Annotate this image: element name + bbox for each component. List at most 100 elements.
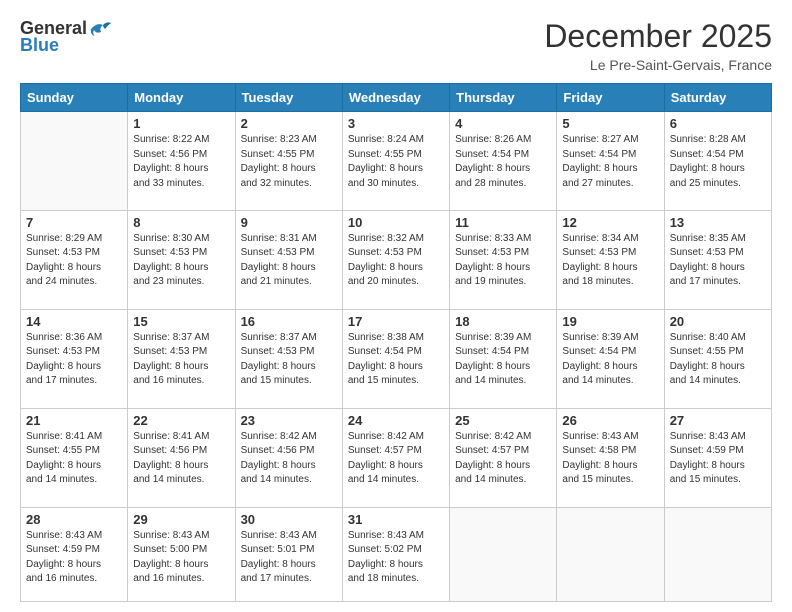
day-number: 30 xyxy=(241,512,337,527)
day-number: 5 xyxy=(562,116,658,131)
day-info: Sunrise: 8:39 AM Sunset: 4:54 PM Dayligh… xyxy=(562,331,658,389)
header: General Blue December 2025 Le Pre-Saint-… xyxy=(20,18,772,73)
day-number: 20 xyxy=(670,314,766,329)
calendar-cell: 21 Sunrise: 8:41 AM Sunset: 4:55 PM Dayli… xyxy=(21,408,128,507)
day-info: Sunrise: 8:41 AM Sunset: 4:55 PM Dayligh… xyxy=(26,430,122,488)
calendar-cell: 19 Sunrise: 8:39 AM Sunset: 4:54 PM Dayli… xyxy=(557,309,664,408)
day-number: 23 xyxy=(241,413,337,428)
calendar-header-friday: Friday xyxy=(557,84,664,112)
day-number: 13 xyxy=(670,215,766,230)
day-number: 28 xyxy=(26,512,122,527)
title-block: December 2025 Le Pre-Saint-Gervais, Fran… xyxy=(544,18,772,73)
calendar-cell: 3Sunrise: 8:24 AM Sunset: 4:55 PM Daylig… xyxy=(342,112,449,211)
calendar-week-row: 21 Sunrise: 8:41 AM Sunset: 4:55 PM Dayli… xyxy=(21,408,772,507)
calendar-cell: 25 Sunrise: 8:42 AM Sunset: 4:57 PM Dayli… xyxy=(450,408,557,507)
day-number: 21 xyxy=(26,413,122,428)
day-number: 14 xyxy=(26,314,122,329)
day-number: 17 xyxy=(348,314,444,329)
calendar-cell: 18Sunrise: 8:39 AM Sunset: 4:54 PM Dayli… xyxy=(450,309,557,408)
day-info: Sunrise: 8:33 AM Sunset: 4:53 PM Dayligh… xyxy=(455,232,551,290)
calendar-header-thursday: Thursday xyxy=(450,84,557,112)
logo: General Blue xyxy=(20,18,111,56)
day-info: Sunrise: 8:42 AM Sunset: 4:56 PM Dayligh… xyxy=(241,430,337,488)
calendar-header-tuesday: Tuesday xyxy=(235,84,342,112)
calendar-cell: 13 Sunrise: 8:35 AM Sunset: 4:53 PM Dayli… xyxy=(664,210,771,309)
day-info: Sunrise: 8:43 AM Sunset: 5:01 PM Dayligh… xyxy=(241,529,337,587)
day-number: 16 xyxy=(241,314,337,329)
calendar-cell: 16 Sunrise: 8:37 AM Sunset: 4:53 PM Dayli… xyxy=(235,309,342,408)
day-number: 15 xyxy=(133,314,229,329)
day-info: Sunrise: 8:41 AM Sunset: 4:56 PM Dayligh… xyxy=(133,430,229,488)
calendar-cell: 1 Sunrise: 8:22 AM Sunset: 4:56 PM Daylig… xyxy=(128,112,235,211)
day-number: 10 xyxy=(348,215,444,230)
calendar-cell xyxy=(557,507,664,601)
calendar-cell: 10 Sunrise: 8:32 AM Sunset: 4:53 PM Dayli… xyxy=(342,210,449,309)
calendar-cell: 23 Sunrise: 8:42 AM Sunset: 4:56 PM Dayli… xyxy=(235,408,342,507)
day-info: Sunrise: 8:36 AM Sunset: 4:53 PM Dayligh… xyxy=(26,331,122,389)
location: Le Pre-Saint-Gervais, France xyxy=(544,57,772,73)
calendar-cell: 26 Sunrise: 8:43 AM Sunset: 4:58 PM Dayli… xyxy=(557,408,664,507)
day-number: 31 xyxy=(348,512,444,527)
calendar-week-row: 7 Sunrise: 8:29 AM Sunset: 4:53 PM Daylig… xyxy=(21,210,772,309)
calendar-cell: 8Sunrise: 8:30 AM Sunset: 4:53 PM Daylig… xyxy=(128,210,235,309)
day-info: Sunrise: 8:37 AM Sunset: 4:53 PM Dayligh… xyxy=(241,331,337,389)
day-info: Sunrise: 8:43 AM Sunset: 4:58 PM Dayligh… xyxy=(562,430,658,488)
logo-bird-icon xyxy=(89,20,111,38)
day-info: Sunrise: 8:32 AM Sunset: 4:53 PM Dayligh… xyxy=(348,232,444,290)
calendar-header-sunday: Sunday xyxy=(21,84,128,112)
day-number: 19 xyxy=(562,314,658,329)
calendar-cell: 15Sunrise: 8:37 AM Sunset: 4:53 PM Dayli… xyxy=(128,309,235,408)
day-info: Sunrise: 8:42 AM Sunset: 4:57 PM Dayligh… xyxy=(348,430,444,488)
calendar-cell: 27Sunrise: 8:43 AM Sunset: 4:59 PM Dayli… xyxy=(664,408,771,507)
day-info: Sunrise: 8:40 AM Sunset: 4:55 PM Dayligh… xyxy=(670,331,766,389)
day-info: Sunrise: 8:23 AM Sunset: 4:55 PM Dayligh… xyxy=(241,133,337,191)
day-info: Sunrise: 8:29 AM Sunset: 4:53 PM Dayligh… xyxy=(26,232,122,290)
calendar-cell: 29 Sunrise: 8:43 AM Sunset: 5:00 PM Dayli… xyxy=(128,507,235,601)
day-number: 1 xyxy=(133,116,229,131)
calendar-cell: 5Sunrise: 8:27 AM Sunset: 4:54 PM Daylig… xyxy=(557,112,664,211)
calendar-cell: 9Sunrise: 8:31 AM Sunset: 4:53 PM Daylig… xyxy=(235,210,342,309)
day-number: 12 xyxy=(562,215,658,230)
calendar-cell: 2 Sunrise: 8:23 AM Sunset: 4:55 PM Daylig… xyxy=(235,112,342,211)
day-number: 7 xyxy=(26,215,122,230)
day-info: Sunrise: 8:43 AM Sunset: 4:59 PM Dayligh… xyxy=(670,430,766,488)
day-info: Sunrise: 8:39 AM Sunset: 4:54 PM Dayligh… xyxy=(455,331,551,389)
calendar-cell: 17 Sunrise: 8:38 AM Sunset: 4:54 PM Dayli… xyxy=(342,309,449,408)
calendar-cell: 12 Sunrise: 8:34 AM Sunset: 4:53 PM Dayli… xyxy=(557,210,664,309)
calendar-cell: 4Sunrise: 8:26 AM Sunset: 4:54 PM Daylig… xyxy=(450,112,557,211)
day-number: 25 xyxy=(455,413,551,428)
day-info: Sunrise: 8:34 AM Sunset: 4:53 PM Dayligh… xyxy=(562,232,658,290)
day-number: 29 xyxy=(133,512,229,527)
day-number: 3 xyxy=(348,116,444,131)
calendar-cell: 14 Sunrise: 8:36 AM Sunset: 4:53 PM Dayli… xyxy=(21,309,128,408)
calendar-week-row: 28 Sunrise: 8:43 AM Sunset: 4:59 PM Dayli… xyxy=(21,507,772,601)
day-number: 11 xyxy=(455,215,551,230)
day-number: 2 xyxy=(241,116,337,131)
month-title: December 2025 xyxy=(544,18,772,55)
calendar-cell: 6Sunrise: 8:28 AM Sunset: 4:54 PM Daylig… xyxy=(664,112,771,211)
calendar-cell xyxy=(450,507,557,601)
day-number: 24 xyxy=(348,413,444,428)
day-info: Sunrise: 8:22 AM Sunset: 4:56 PM Dayligh… xyxy=(133,133,229,191)
day-info: Sunrise: 8:43 AM Sunset: 4:59 PM Dayligh… xyxy=(26,529,122,587)
day-info: Sunrise: 8:35 AM Sunset: 4:53 PM Dayligh… xyxy=(670,232,766,290)
calendar-cell xyxy=(664,507,771,601)
calendar-table: SundayMondayTuesdayWednesdayThursdayFrid… xyxy=(20,83,772,602)
calendar-cell xyxy=(21,112,128,211)
day-number: 8 xyxy=(133,215,229,230)
day-number: 26 xyxy=(562,413,658,428)
calendar-header-monday: Monday xyxy=(128,84,235,112)
day-info: Sunrise: 8:38 AM Sunset: 4:54 PM Dayligh… xyxy=(348,331,444,389)
calendar-header-row: SundayMondayTuesdayWednesdayThursdayFrid… xyxy=(21,84,772,112)
calendar-cell: 11 Sunrise: 8:33 AM Sunset: 4:53 PM Dayli… xyxy=(450,210,557,309)
day-number: 4 xyxy=(455,116,551,131)
calendar-header-wednesday: Wednesday xyxy=(342,84,449,112)
calendar-week-row: 14 Sunrise: 8:36 AM Sunset: 4:53 PM Dayli… xyxy=(21,309,772,408)
day-info: Sunrise: 8:43 AM Sunset: 5:00 PM Dayligh… xyxy=(133,529,229,587)
day-number: 6 xyxy=(670,116,766,131)
calendar-cell: 7 Sunrise: 8:29 AM Sunset: 4:53 PM Daylig… xyxy=(21,210,128,309)
calendar-cell: 28 Sunrise: 8:43 AM Sunset: 4:59 PM Dayli… xyxy=(21,507,128,601)
day-info: Sunrise: 8:42 AM Sunset: 4:57 PM Dayligh… xyxy=(455,430,551,488)
day-info: Sunrise: 8:43 AM Sunset: 5:02 PM Dayligh… xyxy=(348,529,444,587)
page: General Blue December 2025 Le Pre-Saint-… xyxy=(0,0,792,612)
